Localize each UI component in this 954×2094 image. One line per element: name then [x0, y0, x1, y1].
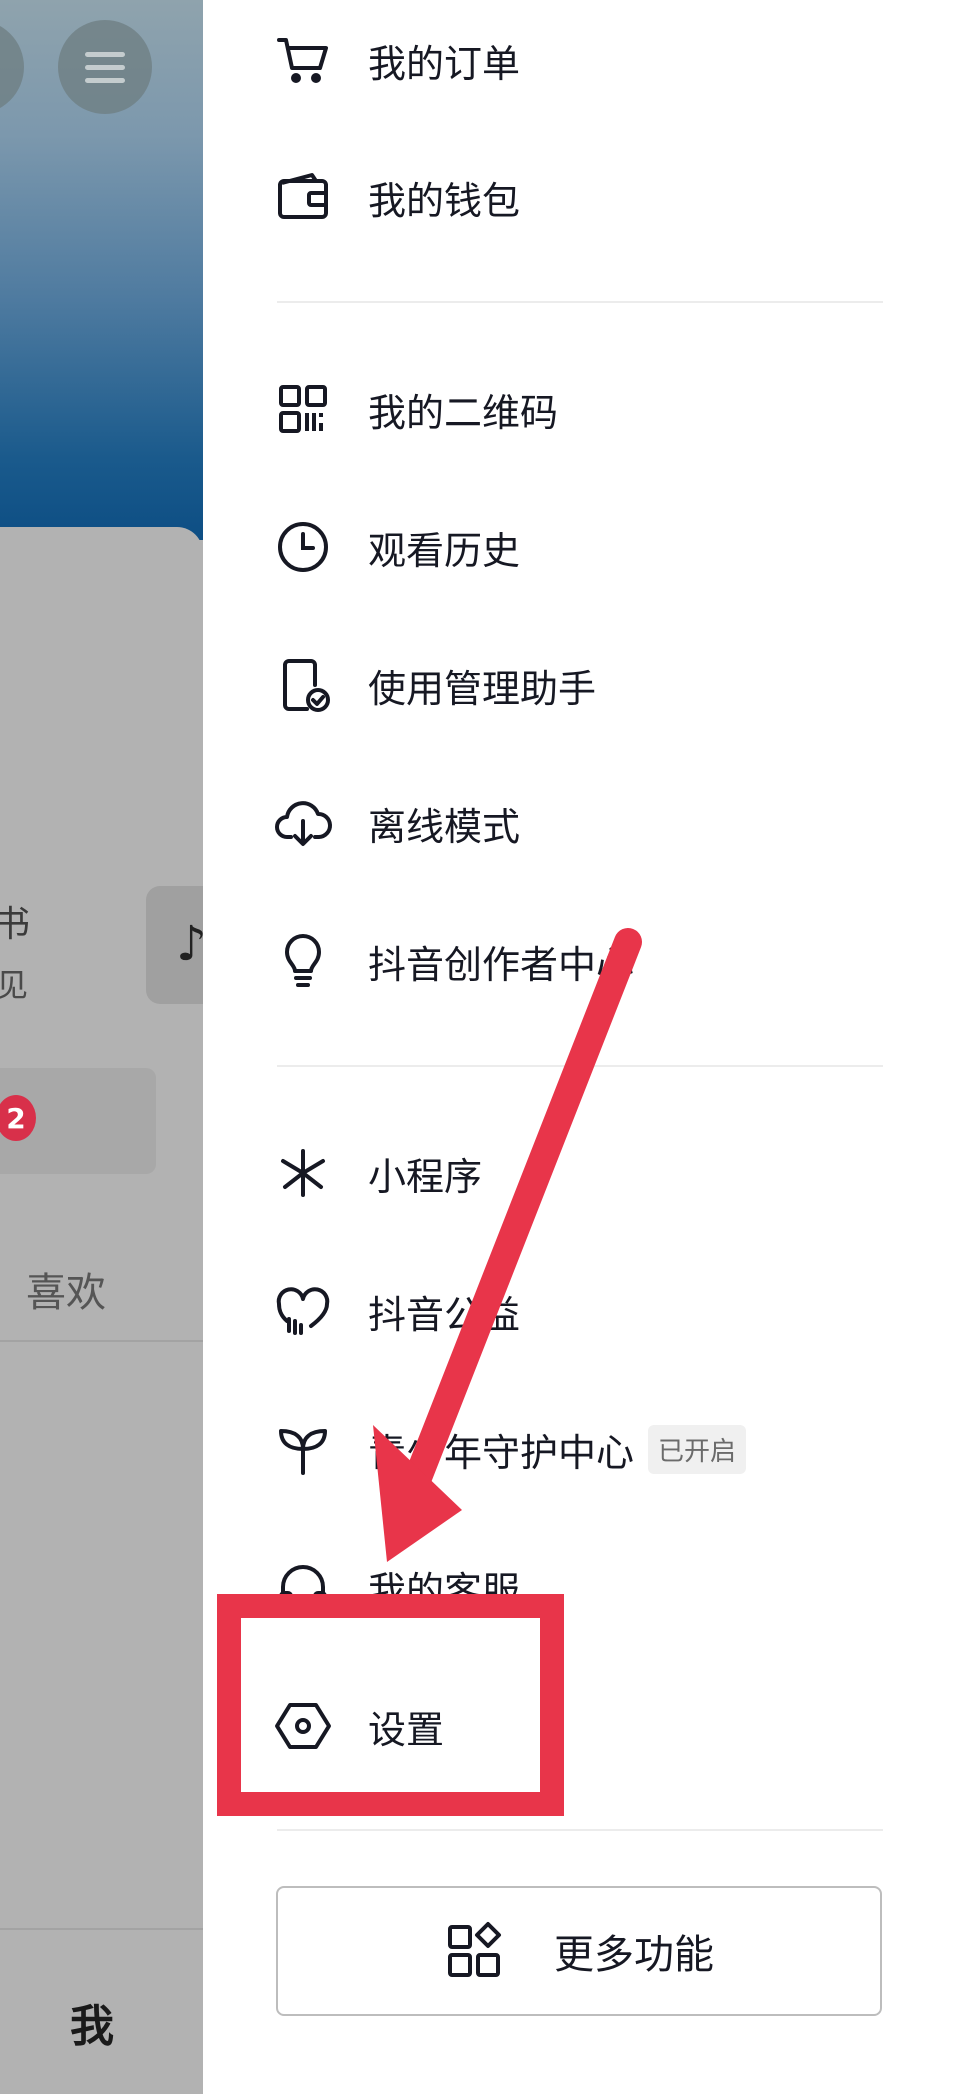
menu-item-label: 小程序: [368, 1154, 483, 1199]
clock-icon: [273, 517, 333, 577]
grid-apps-icon: [444, 1921, 504, 1981]
phone-check-icon: [273, 655, 333, 715]
menu-item-label: 青少年守护中心: [368, 1430, 635, 1475]
mini-program-icon: [273, 1143, 333, 1203]
wallet-icon: [273, 167, 333, 227]
menu-item-label: 我的客服: [368, 1568, 521, 1613]
menu-button[interactable]: [58, 20, 152, 114]
menu-item-creator-center[interactable]: 抖音创作者中心: [273, 911, 873, 1011]
menu-item-orders[interactable]: 我的订单: [273, 10, 873, 110]
background-profile-page: 书 见 ♪ 2 喜欢 我: [0, 0, 203, 2094]
divider: [0, 1340, 203, 1342]
divider: [277, 301, 883, 303]
menu-item-offline-mode[interactable]: 离线模式: [273, 773, 873, 873]
partial-text: 书: [0, 904, 31, 945]
cloud-download-icon: [273, 793, 333, 853]
menu-item-customer-service[interactable]: 我的客服: [273, 1537, 873, 1637]
partial-text: 见: [0, 966, 29, 1004]
tab-like[interactable]: 喜欢: [26, 1260, 106, 1318]
menu-item-charity[interactable]: 抖音公益: [273, 1261, 873, 1361]
divider: [0, 1928, 203, 1930]
divider: [277, 1829, 883, 1831]
cart-icon: [273, 30, 333, 90]
divider: [277, 1065, 883, 1067]
menu-item-label: 离线模式: [368, 804, 521, 849]
bottom-tab-me[interactable]: 我: [70, 1990, 114, 2054]
menu-item-wallet[interactable]: 我的钱包: [273, 147, 873, 247]
more-features-label: 更多功能: [554, 1932, 714, 1978]
menu-item-history[interactable]: 观看历史: [273, 497, 873, 597]
menu-item-label: 抖音公益: [368, 1292, 521, 1337]
menu-item-label: 观看历史: [368, 528, 521, 573]
lightbulb-icon: [273, 931, 333, 991]
menu-item-label: 设置: [368, 1707, 445, 1752]
heart-icon: [273, 1281, 333, 1341]
menu-item-label: 我的二维码: [368, 390, 559, 435]
menu-item-label: 我的订单: [368, 41, 521, 86]
more-features-button[interactable]: 更多功能: [276, 1886, 882, 2016]
music-note-icon: ♪: [176, 916, 203, 972]
menu-item-qr-code[interactable]: 我的二维码: [273, 359, 873, 459]
qr-code-icon: [273, 379, 333, 439]
menu-item-settings[interactable]: 设置: [273, 1676, 873, 1776]
menu-item-youth-protection[interactable]: 青少年守护中心 已开启: [273, 1399, 873, 1499]
menu-item-usage-manager[interactable]: 使用管理助手: [273, 635, 873, 735]
side-drawer: 我的订单 我的钱包 我的二维码 观看历史 使用管理助手 离线模式 抖音创作者中心…: [203, 0, 954, 2094]
sprout-icon: [273, 1419, 333, 1479]
menu-item-label: 我的钱包: [368, 178, 521, 223]
music-chip[interactable]: ♪: [146, 886, 203, 1004]
headset-icon: [273, 1557, 333, 1617]
menu-item-mini-programs[interactable]: 小程序: [273, 1123, 873, 1223]
menu-item-label: 抖音创作者中心: [368, 942, 635, 987]
status-badge: 已开启: [648, 1424, 747, 1474]
menu-item-label: 使用管理助手: [368, 666, 597, 711]
settings-hexagon-icon: [273, 1696, 333, 1756]
